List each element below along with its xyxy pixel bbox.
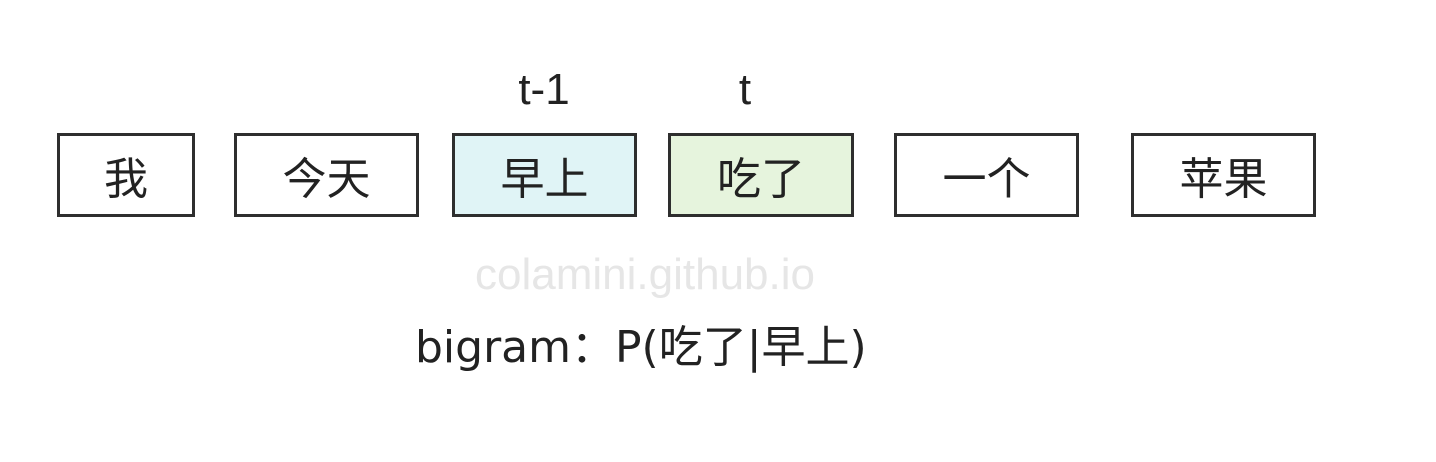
bigram-formula: bigram：P(吃了|早上) xyxy=(415,322,867,373)
token-4: 一个 xyxy=(894,133,1079,217)
label-t-minus-1: t-1 xyxy=(518,65,570,114)
token-5: 苹果 xyxy=(1131,133,1316,217)
token-3-current: 吃了 xyxy=(668,133,854,217)
label-t: t xyxy=(738,65,752,114)
token-2-prev: 早上 xyxy=(452,133,637,217)
watermark: colamini.github.io xyxy=(475,250,815,299)
token-0: 我 xyxy=(57,133,195,217)
token-1: 今天 xyxy=(234,133,419,217)
